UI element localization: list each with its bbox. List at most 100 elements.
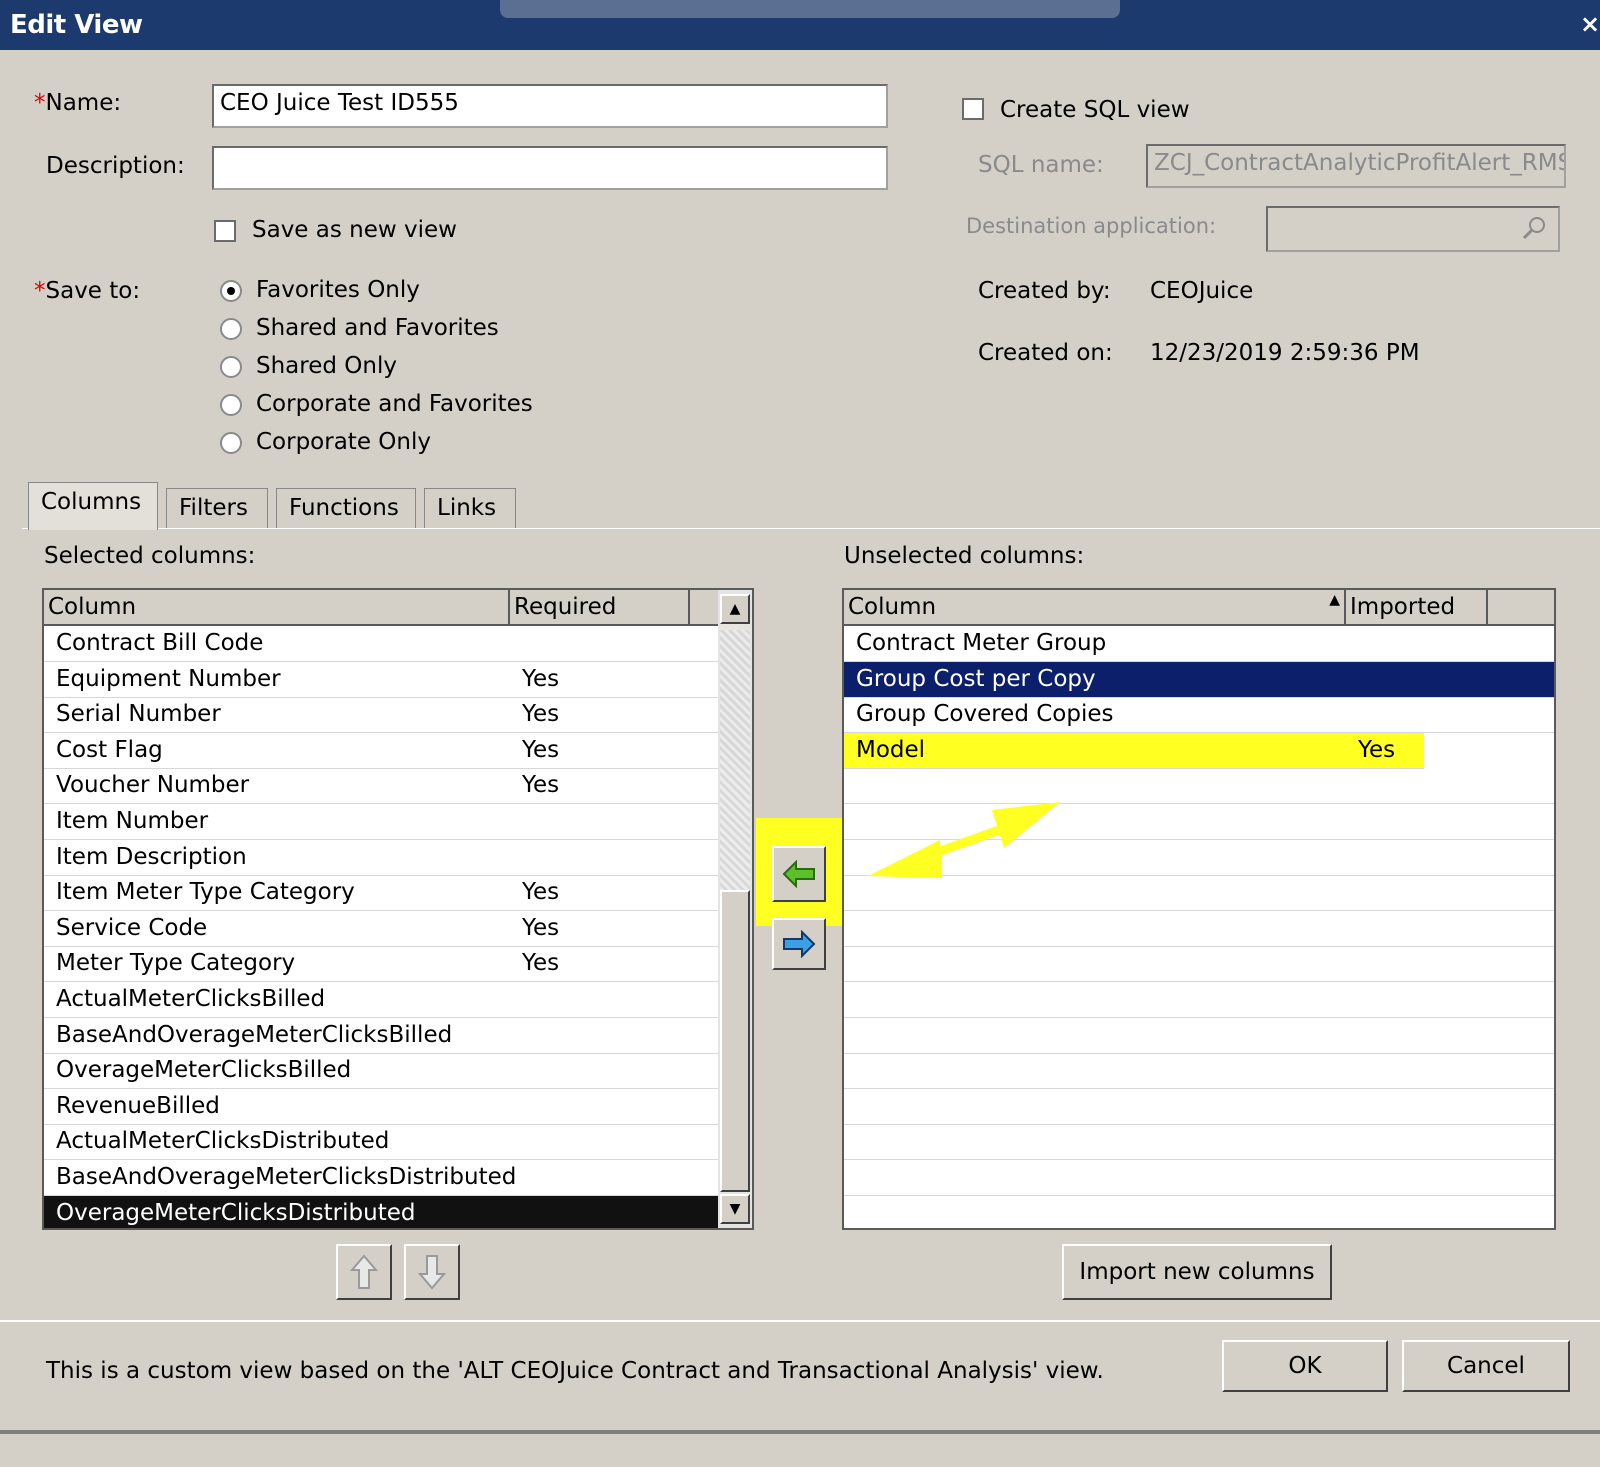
radio-favorites-only[interactable] — [220, 280, 242, 302]
tab-links[interactable]: Links — [424, 488, 516, 528]
close-button[interactable]: × — [1580, 10, 1600, 38]
table-row[interactable]: Voucher Number Yes — [44, 768, 718, 805]
description-field[interactable] — [212, 146, 888, 190]
tab-functions[interactable]: Functions — [276, 488, 416, 528]
scroll-up-button[interactable]: ▲ — [720, 594, 750, 624]
table-row[interactable]: BaseAndOverageMeterClicksDistributed — [44, 1160, 718, 1196]
ok-button[interactable]: OK — [1222, 1340, 1388, 1392]
empty-row — [844, 911, 1554, 947]
table-row[interactable]: Serial Number Yes — [44, 697, 718, 734]
scroll-track[interactable] — [720, 630, 750, 890]
window-title: Edit View — [10, 10, 143, 40]
table-row[interactable]: BaseAndOverageMeterClicksBilled — [44, 1018, 718, 1054]
remove-column-button[interactable] — [772, 918, 826, 970]
table-row[interactable]: Item Meter Type Category Yes — [44, 875, 718, 912]
move-up-button[interactable] — [336, 1244, 392, 1300]
empty-row — [844, 1089, 1554, 1125]
scrollbar[interactable]: ▲ ▼ — [718, 590, 752, 1228]
table-row[interactable]: ActualMeterClicksDistributed — [44, 1124, 718, 1161]
table-row[interactable]: Cost Flag Yes — [44, 733, 718, 769]
cell-imported: Yes — [1358, 736, 1396, 763]
cell-required: Yes — [522, 879, 560, 906]
radio-shared-only[interactable] — [220, 356, 242, 378]
cell-column: BaseAndOverageMeterClicksBilled — [56, 1021, 453, 1048]
table-row[interactable]: Group Covered Copies — [844, 697, 1554, 734]
cell-column: Item Number — [56, 808, 209, 834]
table-row[interactable]: OverageMeterClicksBilled — [44, 1053, 718, 1090]
table-row[interactable]: Service Code Yes — [44, 911, 718, 947]
table-row[interactable]: Item Description — [44, 840, 718, 876]
table-row[interactable]: Model Yes — [844, 732, 1424, 769]
destination-field[interactable] — [1266, 206, 1560, 252]
up-arrow-icon — [349, 1254, 379, 1289]
table-row[interactable]: OverageMeterClicksDistributed — [44, 1195, 718, 1228]
sql-name-field[interactable]: ZCJ_ContractAnalyticProfitAlert_RMSL — [1146, 144, 1566, 188]
name-field[interactable]: CEO Juice Test ID555 — [212, 84, 888, 128]
table-row[interactable]: Equipment Number Yes — [44, 662, 718, 698]
cell-column: Service Code — [56, 914, 208, 941]
header-required[interactable]: Required — [510, 590, 690, 624]
empty-row — [844, 1196, 1554, 1228]
sql-name-label: SQL name: — [978, 152, 1104, 178]
add-column-button[interactable] — [772, 846, 826, 902]
sort-ascending-icon: ▲ — [1329, 592, 1340, 608]
cell-column: OverageMeterClicksDistributed — [56, 1199, 416, 1226]
import-new-columns-button[interactable]: Import new columns — [1062, 1244, 1332, 1300]
title-bar: Edit View × — [0, 0, 1600, 50]
created-by-value: CEOJuice — [1150, 278, 1254, 304]
save-as-new-label: Save as new view — [252, 217, 457, 243]
description-label: Description: — [46, 153, 185, 179]
radio-label-corporate-and-favorites: Corporate and Favorites — [256, 391, 533, 417]
create-sql-label: Create SQL view — [1000, 97, 1190, 123]
radio-corporate-only[interactable] — [220, 432, 242, 454]
scroll-down-button[interactable]: ▼ — [720, 1194, 750, 1224]
create-sql-checkbox[interactable] — [962, 98, 984, 120]
table-row[interactable]: Item Number — [44, 804, 718, 840]
header-column-unselected-label: Column — [848, 594, 937, 620]
cancel-button[interactable]: Cancel — [1402, 1340, 1570, 1392]
scroll-thumb[interactable] — [720, 890, 750, 1192]
empty-row — [844, 1018, 1554, 1054]
double-arrow-annotation-icon — [868, 802, 1060, 878]
table-row[interactable]: Contract Meter Group — [844, 626, 1554, 662]
cell-column: Model — [856, 736, 926, 763]
save-to-label: *Save to: — [34, 278, 141, 304]
radio-corporate-and-favorites[interactable] — [220, 394, 242, 416]
table-row[interactable]: Contract Bill Code — [44, 626, 718, 662]
destination-label: Destination application: — [966, 214, 1217, 238]
created-on-value: 12/23/2019 2:59:36 PM — [1150, 340, 1420, 366]
selected-columns-label: Selected columns: — [44, 543, 256, 569]
cell-column: Contract Bill Code — [56, 630, 264, 656]
cell-required: Yes — [522, 914, 560, 941]
cell-required: Yes — [522, 772, 560, 799]
cell-column: BaseAndOverageMeterClicksDistributed — [56, 1164, 517, 1190]
table-row[interactable]: RevenueBilled — [44, 1089, 718, 1125]
save-as-new-checkbox[interactable] — [214, 220, 236, 242]
cell-column: Group Covered Copies — [856, 701, 1114, 728]
footer-divider — [0, 1320, 1600, 1322]
window-bottom-border — [0, 1430, 1600, 1434]
down-arrow-icon — [417, 1255, 447, 1290]
footer-text: This is a custom view based on the 'ALT … — [46, 1358, 1104, 1384]
tab-columns[interactable]: Columns — [28, 482, 158, 530]
move-down-button[interactable] — [404, 1244, 460, 1300]
blue-right-arrow-icon — [783, 929, 816, 959]
table-row[interactable]: Meter Type Category Yes — [44, 946, 718, 983]
empty-row — [844, 1160, 1554, 1196]
search-icon[interactable] — [1520, 214, 1548, 242]
green-left-arrow-icon — [782, 859, 815, 889]
header-column-unselected[interactable]: Column ▲ — [844, 590, 1346, 624]
cell-required: Yes — [522, 665, 560, 692]
header-column[interactable]: Column — [44, 590, 510, 624]
table-row[interactable]: ActualMeterClicksBilled — [44, 982, 718, 1018]
cell-required: Yes — [522, 736, 560, 763]
cell-column: ActualMeterClicksDistributed — [56, 1128, 390, 1155]
table-row[interactable]: Group Cost per Copy — [844, 661, 1554, 698]
unselected-rows: Contract Meter Group Group Cost per Copy G… — [844, 626, 1554, 1228]
header-imported[interactable]: Imported — [1346, 590, 1488, 624]
cell-column: Meter Type Category — [56, 950, 296, 977]
radio-label-shared-and-favorites: Shared and Favorites — [256, 315, 499, 341]
tab-filters[interactable]: Filters — [166, 488, 268, 528]
radio-shared-and-favorites[interactable] — [220, 318, 242, 340]
title-bar-glow — [500, 0, 1120, 18]
